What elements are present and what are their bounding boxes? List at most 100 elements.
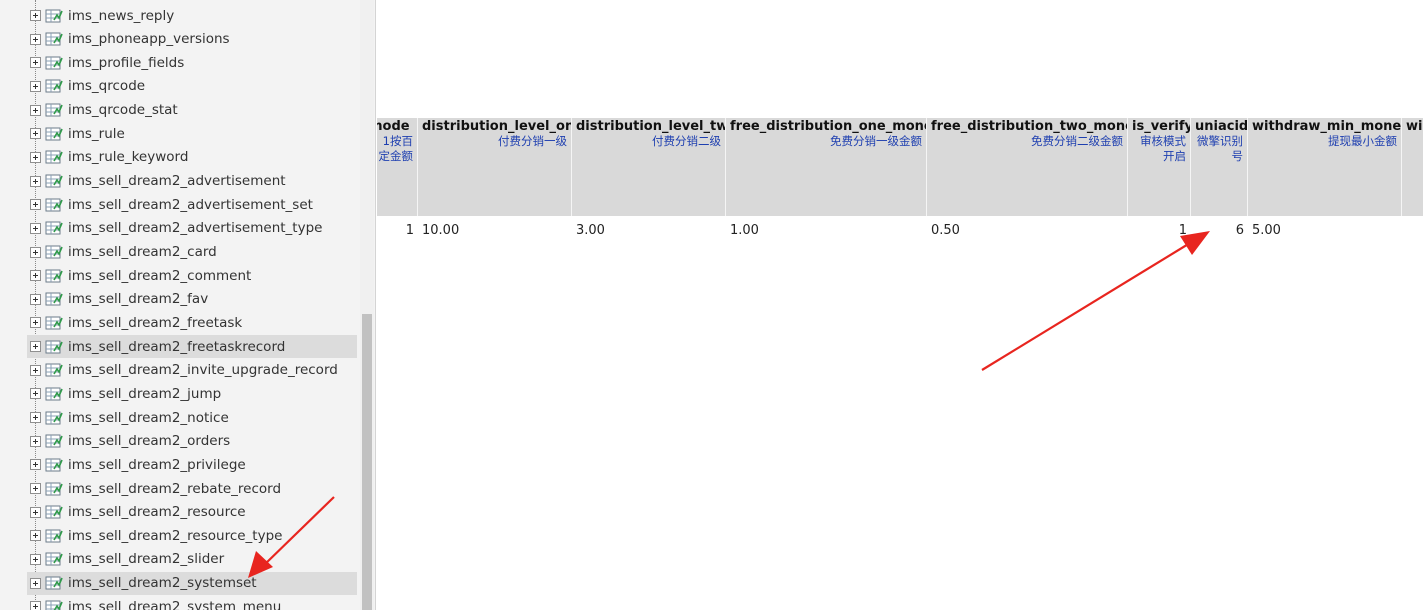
column-header-is-verify[interactable]: is_verify 审核模式 开启: [1128, 118, 1191, 216]
sidebar-item-ims-sell-dream2-jump[interactable]: ims_sell_dream2_jump: [27, 382, 357, 405]
table-icon: [45, 198, 63, 212]
plus-box-icon[interactable]: [30, 270, 41, 282]
table-cell-mode[interactable]: 1: [377, 221, 418, 241]
plus-box-icon[interactable]: [30, 388, 41, 400]
table-icon: [45, 292, 63, 306]
table-icon: [45, 174, 63, 188]
sidebar-item-ims-sell-dream2-resource[interactable]: ims_sell_dream2_resource: [27, 501, 357, 524]
plus-box-icon[interactable]: [30, 530, 41, 542]
sidebar-item-label: ims_sell_dream2_resource_type: [68, 527, 283, 544]
sidebar-item-ims-sell-dream2-resource-type[interactable]: ims_sell_dream2_resource_type: [27, 524, 357, 547]
plus-box-icon[interactable]: [30, 435, 41, 447]
plus-box-icon[interactable]: [30, 222, 41, 234]
sidebar-item-ims-rule-keyword[interactable]: ims_rule_keyword: [27, 146, 357, 169]
table-cell-distribution-level-two[interactable]: 3.00: [572, 221, 726, 241]
sidebar-item-ims-sell-dream2-system-menu[interactable]: ims_sell_dream2_system_menu: [27, 595, 357, 610]
column-header-wi[interactable]: wi: [1402, 118, 1423, 216]
sidebar-item-ims-sell-dream2-advertisement-type[interactable]: ims_sell_dream2_advertisement_type: [27, 217, 357, 240]
plus-box-icon[interactable]: [30, 104, 41, 116]
plus-box-icon[interactable]: [30, 293, 41, 305]
table-cell-uniacid[interactable]: 6: [1191, 221, 1248, 241]
sidebar-item-ims-sell-dream2-comment[interactable]: ims_sell_dream2_comment: [27, 264, 357, 287]
plus-box-icon[interactable]: [30, 553, 41, 565]
column-header-uniacid[interactable]: uniacid 微擎识别 号: [1191, 118, 1248, 216]
plus-box-icon[interactable]: [30, 199, 41, 211]
table-icon: [45, 245, 63, 259]
plus-box-icon[interactable]: [30, 10, 41, 21]
plus-box-icon[interactable]: [30, 364, 41, 376]
sidebar-item-label: ims_sell_dream2_advertisement_type: [68, 220, 323, 237]
sidebar-item-label: ims_sell_dream2_orders: [68, 433, 231, 450]
sidebar-item-ims-news-reply[interactable]: ims_news_reply: [27, 4, 357, 27]
sidebar-item-label: ims_sell_dream2_notice: [68, 409, 229, 426]
sidebar-item-ims-sell-dream2-slider[interactable]: ims_sell_dream2_slider: [27, 548, 357, 571]
plus-box-icon[interactable]: [30, 246, 41, 258]
sidebar-item-label: ims_sell_dream2_system_menu: [68, 598, 282, 610]
column-header-withdraw-min-money[interactable]: withdraw_min_money 提现最小金额: [1248, 118, 1402, 216]
sidebar-item-ims-sell-dream2-freetaskrecord[interactable]: ims_sell_dream2_freetaskrecord: [27, 335, 357, 359]
plus-box-icon[interactable]: [30, 80, 41, 92]
plus-box-icon[interactable]: [30, 412, 41, 423]
column-header-free-distribution-one-money[interactable]: free_distribution_one_money 免费分销一级金额: [726, 118, 927, 216]
column-header-free-distribution-two-money[interactable]: free_distribution_two_money 免费分销二级金额: [927, 118, 1128, 216]
sidebar-item-ims-sell-dream2-advertisement[interactable]: ims_sell_dream2_advertisement: [27, 170, 357, 193]
plus-box-icon[interactable]: [30, 459, 41, 471]
table-cell-free-distribution-two-money[interactable]: 0.50: [927, 221, 1128, 241]
table-cell-distribution-level-one[interactable]: 10.00: [418, 221, 572, 241]
sidebar-item-ims-sell-dream2-orders[interactable]: ims_sell_dream2_orders: [27, 430, 357, 453]
table-icon: [45, 316, 63, 330]
column-name: distribution_level_one: [422, 119, 572, 134]
table-cell-withdraw-min-money[interactable]: 5.00: [1248, 221, 1402, 241]
plus-box-icon[interactable]: [30, 175, 41, 187]
table-icon: [45, 340, 63, 354]
table-icon: [45, 458, 63, 472]
sidebar-item-ims-phoneapp-versions[interactable]: ims_phoneapp_versions: [27, 28, 357, 51]
plus-box-icon[interactable]: [30, 506, 41, 518]
column-comment: 提现最小金额: [1328, 134, 1397, 148]
plus-box-icon[interactable]: [30, 577, 41, 589]
column-name: mode: [377, 119, 410, 134]
column-header-distribution-level-one[interactable]: distribution_level_one 付费分销一级: [418, 118, 572, 216]
sidebar-item-ims-qrcode[interactable]: ims_qrcode: [27, 75, 357, 98]
table-icon: [45, 552, 63, 566]
sidebar-item-label: ims_sell_dream2_fav: [68, 291, 209, 308]
table-cell-wi[interactable]: 100: [1402, 221, 1423, 241]
plus-box-icon[interactable]: [30, 128, 41, 140]
table-icon: [45, 529, 63, 543]
sidebar-item-ims-sell-dream2-freetask[interactable]: ims_sell_dream2_freetask: [27, 311, 357, 334]
sidebar-item-ims-sell-dream2-notice[interactable]: ims_sell_dream2_notice: [27, 406, 357, 429]
plus-box-icon[interactable]: [30, 317, 41, 329]
sidebar-item-ims-sell-dream2-card[interactable]: ims_sell_dream2_card: [27, 241, 357, 264]
table-cell-free-distribution-one-money[interactable]: 1.00: [726, 221, 927, 241]
column-name: free_distribution_two_money: [931, 119, 1128, 134]
sidebar-item-ims-sell-dream2-advertisement-set[interactable]: ims_sell_dream2_advertisement_set: [27, 193, 357, 216]
sidebar-item-ims-sell-dream2-rebate-record[interactable]: ims_sell_dream2_rebate_record: [27, 477, 357, 500]
column-header-mode[interactable]: mode1按百 定金额: [377, 118, 418, 216]
column-comment: 审核模式 开启: [1140, 134, 1186, 163]
table-tree-sidebar: ims_news_reply ims_phoneapp_versions ims_p…: [0, 0, 376, 610]
sidebar-item-ims-profile-fields[interactable]: ims_profile_fields: [27, 51, 357, 74]
column-name: is_verify: [1132, 119, 1191, 134]
sidebar-item-ims-sell-dream2-fav[interactable]: ims_sell_dream2_fav: [27, 288, 357, 311]
sidebar-item-ims-rule[interactable]: ims_rule: [27, 122, 357, 145]
plus-box-icon[interactable]: [30, 151, 41, 163]
sidebar-scrollbar-thumb[interactable]: [362, 314, 372, 610]
table-cell-is-verify[interactable]: 1: [1128, 221, 1191, 241]
sidebar-item-ims-sell-dream2-invite-upgrade-record[interactable]: ims_sell_dream2_invite_upgrade_record: [27, 359, 357, 382]
sidebar-item-label: ims_rule_keyword: [68, 149, 189, 166]
sidebar-item-ims-qrcode-stat[interactable]: ims_qrcode_stat: [27, 99, 357, 122]
column-name: wi: [1406, 119, 1423, 134]
plus-box-icon[interactable]: [30, 33, 41, 45]
plus-box-icon[interactable]: [30, 341, 41, 353]
sidebar-item-label: ims_sell_dream2_privilege: [68, 456, 246, 473]
sidebar-item-label: ims_sell_dream2_comment: [68, 267, 252, 284]
plus-box-icon[interactable]: [30, 57, 41, 69]
sidebar-item-ims-sell-dream2-systemset[interactable]: ims_sell_dream2_systemset: [27, 571, 357, 595]
column-comment: 付费分销一级: [498, 134, 567, 148]
sidebar-item-ims-sell-dream2-privilege[interactable]: ims_sell_dream2_privilege: [27, 453, 357, 476]
column-name: uniacid: [1195, 119, 1248, 134]
table-icon: [45, 482, 63, 495]
plus-box-icon[interactable]: [30, 601, 41, 610]
plus-box-icon[interactable]: [30, 483, 41, 494]
column-header-distribution-level-two[interactable]: distribution_level_two 付费分销二级: [572, 118, 726, 216]
